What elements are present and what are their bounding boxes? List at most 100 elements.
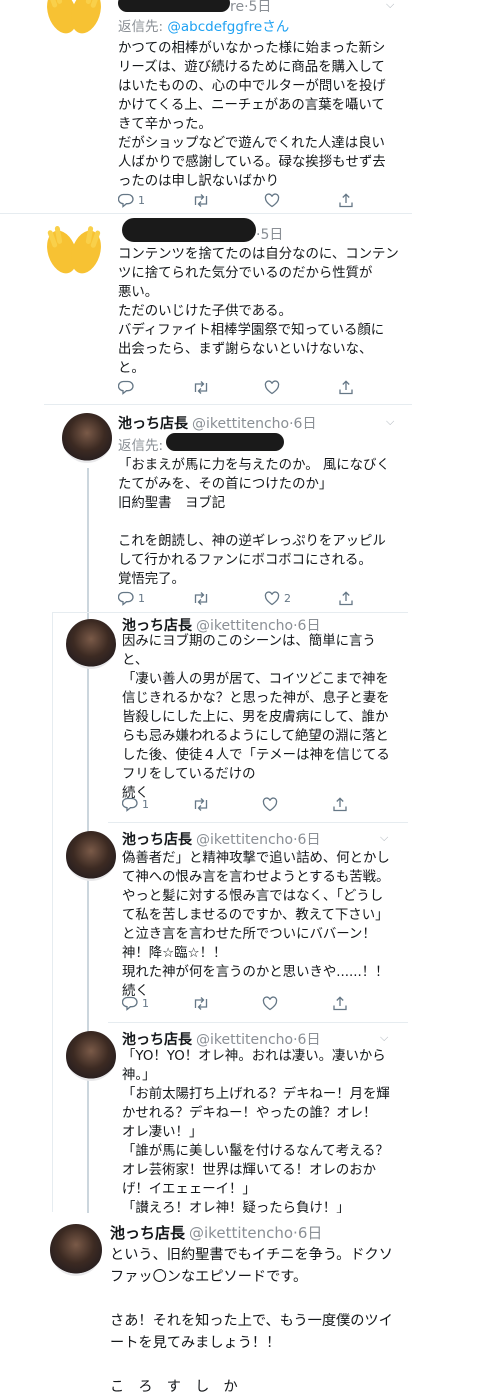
share-button[interactable] — [332, 996, 348, 1011]
retweet-button[interactable] — [192, 996, 214, 1011]
tweet-actions: 1 — [122, 996, 382, 1016]
reply-icon — [118, 380, 134, 395]
heart-icon — [262, 797, 278, 812]
like-button[interactable] — [264, 193, 284, 208]
share-icon — [339, 591, 353, 606]
reply-icon — [118, 193, 134, 208]
reply-button[interactable] — [118, 380, 138, 395]
redacted-reply-handle — [166, 433, 284, 451]
avatar-ikettitencho[interactable] — [62, 413, 112, 463]
retweet-icon — [194, 194, 208, 207]
reply-handle-link[interactable]: @abcdefggfreさん — [167, 19, 289, 35]
chevron-down-icon[interactable]: ⌵ — [380, 1031, 388, 1045]
share-button[interactable] — [338, 591, 354, 606]
retweet-button[interactable] — [192, 380, 214, 395]
avatar-ikettitencho[interactable] — [66, 619, 116, 669]
handle[interactable]: @ikettitencho — [192, 416, 289, 432]
tweet-text: 「YO！YO！オレ神。おれは凄い。凄いから 神。」 「お前太陽打ち上げれる？デキ… — [122, 1049, 390, 1213]
retweet-icon — [194, 997, 208, 1010]
tweet-header: 池っち店長 @ikettitencho·6日 — [122, 832, 321, 848]
reply-button[interactable]: 1 — [122, 797, 149, 812]
heart-icon — [264, 193, 280, 208]
tweet-actions: 1 — [122, 797, 382, 817]
display-name[interactable]: 池っち店長 — [122, 1032, 192, 1048]
tweet-1[interactable]: re·5日 ⌵ 返信先: @abcdefggfreさん かつての相棒がいなかった… — [0, 0, 480, 215]
share-button[interactable] — [338, 380, 354, 395]
avatar-waving-hands[interactable] — [44, 0, 104, 40]
retweet-button[interactable] — [192, 193, 214, 208]
tweet-time[interactable]: 6日 — [298, 1224, 323, 1242]
tweet-3[interactable]: 池っち店長 @ikettitencho·6日 ⌵ 返信先: 「おまえが馬に力を与え… — [0, 405, 480, 612]
like-button[interactable]: 2 — [264, 591, 291, 606]
share-icon — [333, 797, 347, 812]
tweet-5[interactable]: 池っち店長 @ikettitencho·6日 ⌵ 偽善者だ」と精神攻撃で追い詰め、… — [0, 823, 480, 1023]
reply-label: 返信先: — [118, 438, 164, 454]
handle[interactable]: @ikettitencho — [196, 1032, 293, 1048]
heart-icon — [262, 996, 278, 1011]
reply-count: 1 — [138, 592, 145, 605]
reply-button[interactable]: 1 — [122, 996, 149, 1011]
like-button[interactable] — [262, 996, 282, 1011]
tweet-text: 「おまえが馬に力を与えたのか。 風になびく たてがみを、その首につけたのか」 旧… — [118, 458, 390, 587]
tweet-text: コンテンツを捨てたのは自分なのに、コンテン ツに捨てられた気分でいるのだから性質… — [118, 247, 399, 376]
retweet-icon — [194, 381, 208, 394]
retweet-button[interactable] — [192, 591, 214, 606]
like-count: 2 — [284, 592, 291, 605]
avatar-ikettitencho[interactable] — [66, 831, 116, 881]
tweet-time[interactable]: 6日 — [298, 1032, 321, 1048]
reply-label: 返信先: — [118, 19, 164, 35]
share-button[interactable] — [338, 193, 354, 208]
reply-button[interactable]: 1 — [118, 193, 145, 208]
handle[interactable]: @ikettitencho — [189, 1224, 293, 1242]
avatar-ikettitencho[interactable] — [50, 1224, 102, 1276]
avatar-ikettitencho[interactable] — [66, 1031, 116, 1081]
tweet-2[interactable]: ·5日 コンテンツを捨てたのは自分なのに、コンテン ツに捨てられた気分でいるのだ… — [0, 214, 480, 404]
like-button[interactable] — [264, 380, 284, 395]
tweet-text: かつての相棒がいなかった様に始まった新シ リーズは、遊び続けるために商品を購入し… — [118, 41, 386, 189]
tweet-text: 因みにヨブ期のこのシーンは、簡単に言う と、 「凄い善人の男が居て、コイツどこま… — [122, 634, 390, 801]
tweet-header: 池っち店長 @ikettitencho·6日 — [122, 1032, 321, 1048]
tweet-6[interactable]: 池っち店長 @ikettitencho·6日 ⌵ 「YO！YO！オレ神。おれは凄い… — [0, 1023, 480, 1213]
handle-tail: re — [230, 0, 245, 15]
share-button[interactable] — [332, 797, 348, 812]
tweet-header: 池っち店長 @ikettitencho·6日 — [118, 416, 317, 432]
tweet-actions: 1 — [118, 193, 378, 213]
heart-icon — [264, 591, 280, 606]
share-icon — [339, 380, 353, 395]
redacted-name — [122, 218, 256, 242]
reply-count: 1 — [138, 194, 145, 207]
heart-icon — [264, 380, 280, 395]
tweet-time[interactable]: 5日 — [260, 227, 283, 243]
tweet-4[interactable]: 池っち店長 @ikettitencho·6日 因みにヨブ期のこのシーンは、簡単に言… — [0, 613, 480, 823]
share-icon — [333, 996, 347, 1011]
handle[interactable]: @ikettitencho — [196, 832, 293, 848]
retweet-icon — [194, 798, 208, 811]
avatar-waving-hands[interactable] — [44, 222, 104, 280]
retweet-button[interactable] — [192, 797, 214, 812]
tweet-header: ·5日 — [256, 227, 284, 243]
tweet-time[interactable]: 5日 — [249, 0, 272, 15]
tweet-time[interactable]: 6日 — [294, 416, 317, 432]
reply-button[interactable]: 1 — [118, 591, 145, 606]
display-name[interactable]: 池っち店長 — [118, 416, 188, 432]
waving-hands-icon — [47, 226, 101, 274]
redacted-name — [118, 0, 230, 12]
display-name[interactable]: 池っち店長 — [122, 832, 192, 848]
reply-icon — [122, 797, 138, 812]
reply-count: 1 — [142, 997, 149, 1010]
tweet-header: re·5日 — [230, 0, 272, 15]
display-name[interactable]: 池っち店長 — [110, 1224, 185, 1242]
reply-to: 返信先: — [118, 434, 163, 454]
chevron-down-icon[interactable]: ⌵ — [386, 415, 394, 429]
chevron-down-icon[interactable]: ⌵ — [380, 831, 388, 845]
tweet-7[interactable]: 池っち店長 @ikettitencho·6日 という、旧約聖書でもイチニを争う。ド… — [36, 1214, 444, 1395]
share-icon — [339, 193, 353, 208]
tweet-time[interactable]: 6日 — [298, 832, 321, 848]
waving-hands-icon — [47, 0, 101, 34]
tweet-actions: 1 2 — [118, 591, 378, 611]
retweet-icon — [194, 592, 208, 605]
reply-to: 返信先: @abcdefggfreさん — [118, 15, 289, 35]
like-button[interactable] — [262, 797, 282, 812]
chevron-down-icon[interactable]: ⌵ — [386, 0, 394, 12]
tweet-text: という、旧約聖書でもイチニを争う。ドクソ ファッ〇ンなエピソードです。 さあ！そ… — [110, 1247, 393, 1395]
